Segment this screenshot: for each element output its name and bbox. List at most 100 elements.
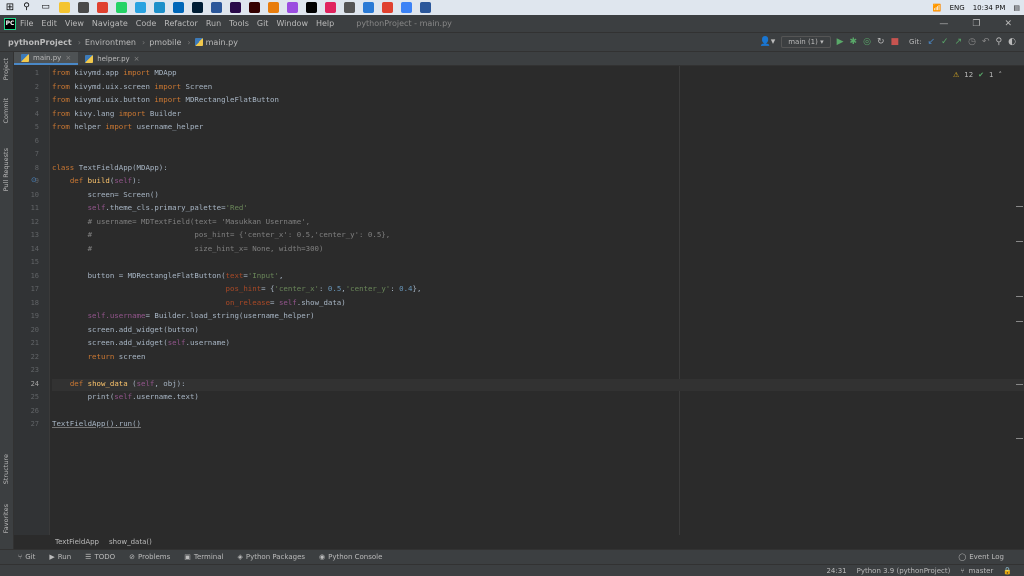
nav-crumb-folder-2[interactable]: pmobile	[149, 38, 181, 47]
pull-requests-tool-tab[interactable]: Pull Requests	[2, 148, 10, 191]
store-icon[interactable]	[173, 2, 184, 13]
error-stripe-mark[interactable]	[1016, 321, 1023, 322]
nav-crumb-project[interactable]: pythonProject	[8, 38, 72, 47]
app-icon[interactable]	[287, 2, 298, 13]
line-number[interactable]: 3	[35, 96, 39, 104]
close-button[interactable]: ✕	[1004, 19, 1012, 29]
line-number[interactable]: 23	[31, 366, 39, 374]
code-line[interactable]: def show_data (self, obj):	[52, 379, 186, 388]
tab-helper-py[interactable]: helper.py ×	[78, 52, 146, 65]
code-line[interactable]: from kivymd.app import MDApp	[52, 68, 177, 77]
tool-tab-python-packages[interactable]: ◈ Python Packages	[237, 553, 305, 561]
whatsapp-icon[interactable]	[116, 2, 127, 13]
stop-icon[interactable]: ■	[891, 37, 900, 47]
git-update-icon[interactable]: ↙	[928, 37, 936, 47]
line-number[interactable]: 22	[31, 353, 39, 361]
tool-tab-run[interactable]: ▶ Run	[49, 553, 71, 561]
code-line[interactable]: # pos_hint= {'center_x': 0.5,'center_y':…	[52, 230, 391, 239]
menu-help[interactable]: Help	[316, 19, 334, 28]
line-number[interactable]: 19	[31, 312, 39, 320]
menu-navigate[interactable]: Navigate	[92, 19, 128, 28]
git-commit-icon[interactable]: ✓	[941, 37, 949, 47]
line-number[interactable]: 27	[31, 420, 39, 428]
code-editor[interactable]: 1 2 3 4 5 6 7 8 9 10 11 12 13 14 15 16 17 18 19 20 21 22 23 24 2…	[14, 66, 1024, 535]
line-number[interactable]: 10	[31, 191, 39, 199]
maximize-button[interactable]: ❐	[972, 19, 980, 29]
structure-tool-tab[interactable]: Structure	[2, 454, 10, 484]
line-number[interactable]: 17	[31, 285, 39, 293]
tool-tab-git[interactable]: ⑂ Git	[18, 553, 35, 561]
app2-icon[interactable]	[325, 2, 336, 13]
menu-edit[interactable]: Edit	[41, 19, 57, 28]
tool-tab-todo[interactable]: ☰ TODO	[85, 553, 115, 561]
menu-file[interactable]: File	[20, 19, 33, 28]
line-number[interactable]: 21	[31, 339, 39, 347]
error-stripe-mark[interactable]	[1016, 296, 1023, 297]
override-marker-icon[interactable]: ⊙	[31, 176, 37, 184]
code-line[interactable]: screen= Screen()	[52, 190, 159, 199]
calculator-icon[interactable]	[78, 2, 89, 13]
chrome2-icon[interactable]	[382, 2, 393, 13]
git-branch[interactable]: master	[969, 567, 994, 575]
line-number[interactable]: 7	[35, 150, 39, 158]
project-tool-tab[interactable]: Project	[2, 58, 10, 80]
line-number[interactable]: 8	[35, 164, 39, 172]
edge-icon[interactable]	[154, 2, 165, 13]
illustrator-icon[interactable]	[249, 2, 260, 13]
line-number[interactable]: 11	[31, 204, 39, 212]
line-number[interactable]: 16	[31, 272, 39, 280]
code-line[interactable]: self.username= Builder.load_string(usern…	[52, 311, 315, 320]
chevron-up-icon[interactable]: ˄	[999, 71, 1003, 79]
line-number[interactable]: 12	[31, 218, 39, 226]
user-icon[interactable]: 👤▾	[760, 37, 776, 47]
line-number[interactable]: 1	[35, 69, 39, 77]
language-indicator[interactable]: ENG	[950, 4, 965, 12]
tab-main-py[interactable]: main.py ×	[14, 52, 79, 65]
code-line[interactable]: class TextFieldApp(MDApp):	[52, 163, 168, 172]
ide-logo-icon[interactable]: ◐	[1008, 37, 1016, 47]
app5-icon[interactable]	[401, 2, 412, 13]
search-everywhere-icon[interactable]: ⚲	[996, 37, 1003, 47]
debug-icon[interactable]: ✱	[850, 37, 858, 47]
breadcrumb-method[interactable]: show_data()	[109, 538, 152, 546]
profile-icon[interactable]: ↻	[877, 37, 885, 47]
commit-tool-tab[interactable]: Commit	[2, 98, 10, 124]
caret-position[interactable]: 24:31	[826, 567, 846, 575]
line-number[interactable]: 18	[31, 299, 39, 307]
line-number[interactable]: 24	[31, 380, 39, 388]
code-line[interactable]: # size_hint_x= None, width=300)	[52, 244, 324, 253]
app3-icon[interactable]	[344, 2, 355, 13]
code-line[interactable]: print(self.username.text)	[52, 392, 199, 401]
line-number-gutter[interactable]: 1 2 3 4 5 6 7 8 9 10 11 12 13 14 15 16 17 18 19 20 21 22 23 24 2…	[14, 66, 50, 535]
close-tab-icon[interactable]: ×	[134, 55, 140, 63]
python-interpreter[interactable]: Python 3.9 (pythonProject)	[857, 567, 951, 575]
clock[interactable]: 10:34 PM	[973, 4, 1006, 12]
windows-start-icon[interactable]: ⊞	[3, 2, 17, 13]
menu-git[interactable]: Git	[257, 19, 269, 28]
code-line[interactable]: from helper import username_helper	[52, 122, 203, 131]
code-line[interactable]: return screen	[52, 352, 146, 361]
search-icon[interactable]: ⚲	[21, 2, 32, 13]
menu-code[interactable]: Code	[136, 19, 156, 28]
app4-icon[interactable]	[363, 2, 374, 13]
error-stripe-mark[interactable]	[1016, 438, 1023, 439]
inspection-widget[interactable]: ⚠ 12 ✔ 1 ˄	[953, 71, 1002, 79]
premiere-icon[interactable]	[230, 2, 241, 13]
code-line[interactable]: def build(self):	[52, 176, 141, 185]
tool-tab-python-console[interactable]: ◉ Python Console	[319, 553, 382, 561]
line-number[interactable]: 20	[31, 326, 39, 334]
error-stripe-mark[interactable]	[1016, 241, 1023, 242]
close-tab-icon[interactable]: ×	[65, 54, 71, 62]
line-number[interactable]: 26	[31, 407, 39, 415]
line-number[interactable]: 6	[35, 137, 39, 145]
event-log-button[interactable]: ◯ Event Log	[958, 553, 1024, 561]
menu-window[interactable]: Window	[276, 19, 308, 28]
code-line[interactable]: from kivymd.uix.screen import Screen	[52, 82, 212, 91]
lock-icon[interactable]: 🔒	[1003, 567, 1012, 575]
line-number[interactable]: 15	[31, 258, 39, 266]
telegram-icon[interactable]	[135, 2, 146, 13]
coverage-icon[interactable]: ◎	[863, 37, 871, 47]
line-number[interactable]: 14	[31, 245, 39, 253]
code-line[interactable]: pos_hint= {'center_x': 0.5,'center_y': 0…	[52, 284, 422, 293]
code-line[interactable]: # username= MDTextField(text= 'Masukkan …	[52, 217, 310, 226]
